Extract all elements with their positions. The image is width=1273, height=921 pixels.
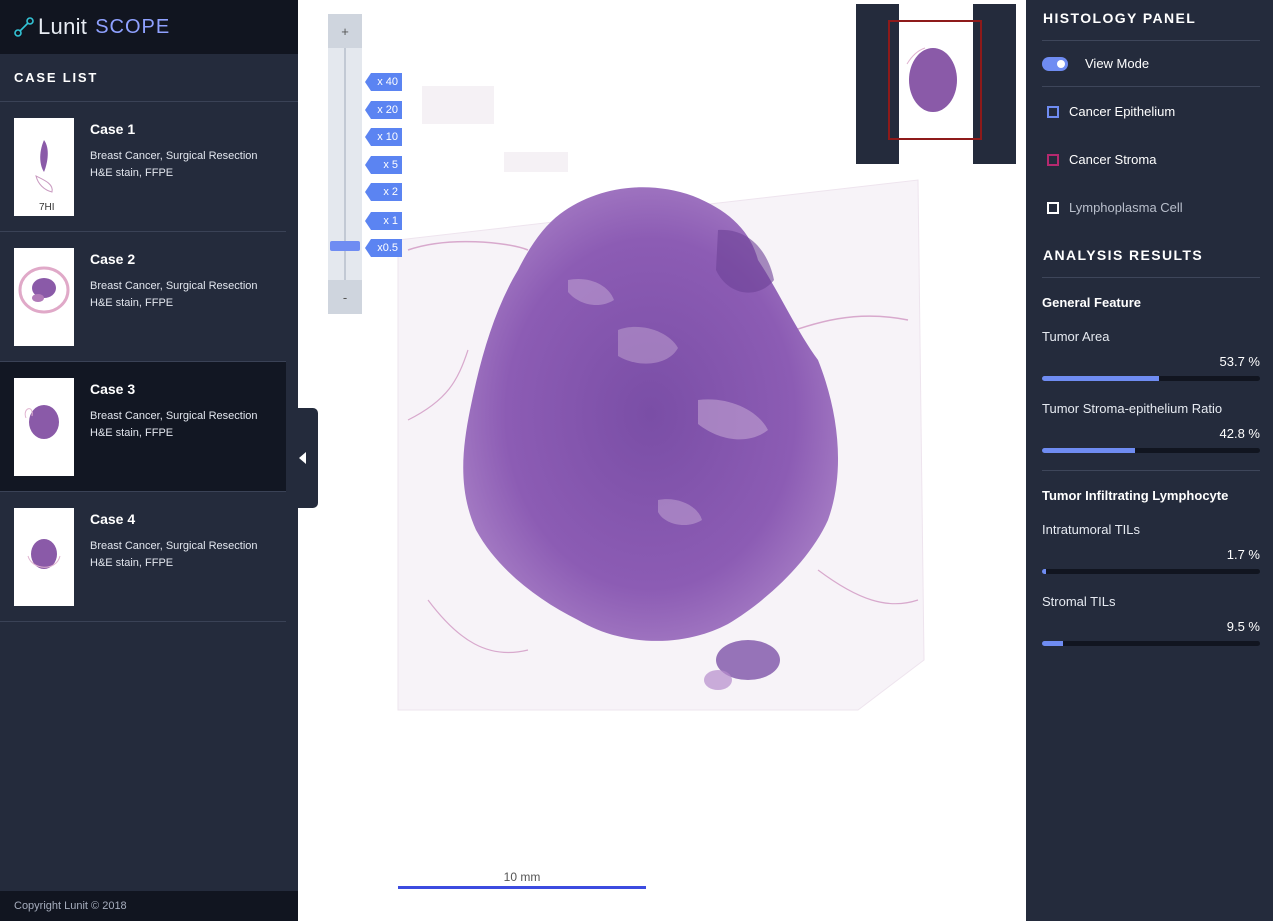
case-name: Case 2	[90, 251, 136, 267]
zoom-level-0-5[interactable]: x0.5	[365, 239, 402, 257]
case-description: Breast Cancer, Surgical Resection H&E st…	[90, 408, 258, 442]
divider	[1042, 470, 1260, 471]
stroma-ratio-bar	[1042, 448, 1260, 453]
checkbox-icon	[1047, 153, 1059, 166]
case-list-title: CASE LIST	[0, 54, 298, 102]
tumor-area-value: 53.7 %	[1219, 354, 1260, 369]
zoom-handle[interactable]	[330, 241, 360, 251]
zoom-out-button[interactable]: -	[328, 280, 362, 314]
case-thumbnail	[14, 248, 74, 346]
intratumoral-tils-bar	[1042, 569, 1260, 574]
divider	[1042, 86, 1260, 87]
case-item-4[interactable]: Case 4 Breast Cancer, Surgical Resection…	[0, 492, 286, 622]
bar-fill	[1042, 376, 1160, 381]
toggle-knob	[1057, 60, 1065, 68]
legend-label: Cancer Epithelium	[1069, 104, 1176, 119]
bar-fill	[1042, 641, 1063, 646]
case-stain: H&E stain, FFPE	[90, 297, 174, 309]
brand-product: SCOPE	[95, 15, 171, 38]
scale-bar-label: 10 mm	[503, 870, 541, 884]
case-stain: H&E stain, FFPE	[90, 557, 174, 569]
case-item-2[interactable]: Case 2 Breast Cancer, Surgical Resection…	[0, 232, 286, 362]
bar-fill	[1042, 448, 1136, 453]
collapse-sidebar-button[interactable]	[286, 408, 318, 508]
stromal-tils-bar	[1042, 641, 1260, 646]
tumor-area-bar	[1042, 376, 1260, 381]
case-thumbnail	[14, 508, 74, 606]
copyright: Copyright Lunit © 2018	[0, 891, 298, 921]
divider	[1042, 40, 1260, 41]
brand-name: Lunit	[38, 14, 88, 39]
histology-panel: HISTOLOGY PANEL View Mode Cancer Epithel…	[1026, 0, 1273, 921]
caret-left-icon	[298, 452, 306, 464]
legend-label: Lymphoplasma Cell	[1069, 200, 1183, 215]
case-description: Breast Cancer, Surgical Resection H&E st…	[90, 148, 258, 182]
scale-bar: 10 mm	[398, 870, 646, 889]
intratumoral-tils-label: Intratumoral TILs	[1042, 522, 1141, 537]
zoom-level-40[interactable]: x 40	[365, 73, 402, 91]
bar-fill	[1042, 569, 1046, 574]
case-diagnosis: Breast Cancer, Surgical Resection	[90, 150, 258, 162]
general-feature-heading: General Feature	[1042, 295, 1141, 310]
legend-label: Cancer Stroma	[1069, 152, 1157, 167]
intratumoral-tils-value: 1.7 %	[1226, 547, 1260, 562]
checkbox-icon	[1047, 201, 1059, 214]
zoom-level-2[interactable]: x 2	[365, 183, 402, 201]
svg-text:7HI: 7HI	[39, 202, 55, 213]
stromal-tils-value: 9.5 %	[1226, 619, 1260, 634]
lunit-logo-icon	[14, 17, 34, 37]
zoom-in-button[interactable]: +	[328, 14, 362, 48]
legend-lymphoplasma-cell[interactable]: Lymphoplasma Cell	[1047, 200, 1183, 215]
slide-viewer[interactable]: + - x 40 x 20 x 10 x 5 x 2 x 1 x0.5 10 m…	[298, 0, 1026, 921]
divider	[1042, 277, 1260, 278]
checkbox-icon	[1047, 105, 1059, 118]
zoom-level-20[interactable]: x 20	[365, 101, 402, 119]
case-stain: H&E stain, FFPE	[90, 167, 174, 179]
zoom-slider: + -	[328, 14, 362, 314]
case-name: Case 1	[90, 121, 136, 137]
scale-bar-line	[398, 886, 646, 889]
case-thumbnail	[14, 378, 74, 476]
stromal-tils-label: Stromal TILs	[1042, 594, 1116, 609]
case-name: Case 4	[90, 511, 136, 527]
tumor-area-label: Tumor Area	[1042, 329, 1110, 344]
case-diagnosis: Breast Cancer, Surgical Resection	[90, 280, 258, 292]
view-mode-toggle[interactable]	[1042, 57, 1068, 71]
case-diagnosis: Breast Cancer, Surgical Resection	[90, 410, 258, 422]
zoom-level-10[interactable]: x 10	[365, 128, 402, 146]
stroma-ratio-label: Tumor Stroma-epithelium Ratio	[1042, 401, 1223, 416]
legend-cancer-epithelium[interactable]: Cancer Epithelium	[1047, 104, 1175, 119]
view-mode-label: View Mode	[1085, 56, 1150, 71]
case-description: Breast Cancer, Surgical Resection H&E st…	[90, 538, 258, 572]
zoom-level-1[interactable]: x 1	[365, 212, 402, 230]
histology-panel-title: HISTOLOGY PANEL	[1043, 10, 1197, 26]
analysis-results-title: ANALYSIS RESULTS	[1043, 247, 1204, 263]
til-heading: Tumor Infiltrating Lymphocyte	[1042, 488, 1229, 503]
stroma-ratio-value: 42.8 %	[1219, 426, 1260, 441]
case-name: Case 3	[90, 381, 136, 397]
legend-cancer-stroma[interactable]: Cancer Stroma	[1047, 152, 1156, 167]
case-sidebar: Lunit SCOPE CASE LIST 7HI Case 1 Breast …	[0, 0, 298, 921]
case-list: 7HI Case 1 Breast Cancer, Surgical Resec…	[0, 102, 286, 622]
case-diagnosis: Breast Cancer, Surgical Resection	[90, 540, 258, 552]
zoom-level-5[interactable]: x 5	[365, 156, 402, 174]
brand-header: Lunit SCOPE	[0, 0, 298, 54]
case-thumbnail: 7HI	[14, 118, 74, 216]
case-item-3[interactable]: Case 3 Breast Cancer, Surgical Resection…	[0, 362, 286, 492]
case-description: Breast Cancer, Surgical Resection H&E st…	[90, 278, 258, 312]
minimap-viewport-frame[interactable]	[888, 20, 982, 140]
minimap[interactable]	[856, 4, 1016, 164]
case-item-1[interactable]: 7HI Case 1 Breast Cancer, Surgical Resec…	[0, 102, 286, 232]
case-stain: H&E stain, FFPE	[90, 427, 174, 439]
